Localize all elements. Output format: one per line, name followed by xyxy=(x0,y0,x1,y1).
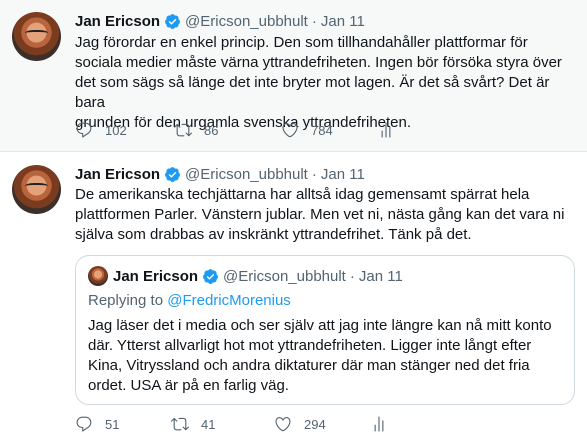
author-handle: @Ericson_ubbhult xyxy=(223,267,346,285)
tweet-2[interactable]: Jan Ericson @Ericson_ubbhult · Jan 11 De… xyxy=(0,152,587,444)
author-name: Jan Ericson xyxy=(113,267,199,285)
tweet-1[interactable]: Jan Ericson @Ericson_ubbhult · Jan 11 Ja… xyxy=(0,0,587,152)
verified-badge-icon xyxy=(164,13,181,30)
avatar[interactable] xyxy=(12,165,61,214)
separator: · xyxy=(349,267,355,285)
reply-count: 51 xyxy=(105,416,120,432)
separator: · xyxy=(311,12,317,30)
avatar xyxy=(88,266,108,286)
author-name[interactable]: Jan Ericson xyxy=(75,166,160,183)
retweet-count: 86 xyxy=(204,122,219,138)
like-button[interactable]: 294 xyxy=(274,415,370,433)
verified-badge-icon xyxy=(164,166,181,183)
quoted-tweet-header: Jan Ericson @Ericson_ubbhult · Jan 11 xyxy=(113,266,403,286)
retweet-icon xyxy=(171,417,189,431)
like-button[interactable]: 784 xyxy=(281,121,377,139)
mention-link[interactable]: @FredricMorenius xyxy=(167,292,291,309)
tweet-actions: 102 86 784 xyxy=(75,120,475,140)
tweet-header: Jan Ericson @Ericson_ubbhult · Jan 11 xyxy=(75,11,365,31)
analytics-icon xyxy=(374,416,384,432)
like-count: 784 xyxy=(311,122,333,138)
avatar[interactable] xyxy=(12,12,61,61)
like-count: 294 xyxy=(304,416,326,432)
heart-icon xyxy=(275,417,291,432)
analytics-button[interactable] xyxy=(370,415,468,433)
retweet-icon xyxy=(174,123,192,137)
author-name[interactable]: Jan Ericson xyxy=(75,13,160,30)
heart-icon xyxy=(282,123,298,138)
tweet-header: Jan Ericson @Ericson_ubbhult · Jan 11 xyxy=(75,164,365,184)
retweet-count: 41 xyxy=(201,416,216,432)
retweet-button[interactable]: 41 xyxy=(171,415,274,433)
tweet-date: Jan 11 xyxy=(358,267,403,285)
tweet-text: Jag förordar en enkel princip. Den som t… xyxy=(75,34,562,131)
reply-button[interactable]: 102 xyxy=(75,121,174,139)
tweet-actions: 51 41 294 xyxy=(75,414,468,434)
reply-count: 102 xyxy=(105,122,127,138)
author-handle[interactable]: @Ericson_ubbhult xyxy=(185,166,308,183)
author-handle[interactable]: @Ericson_ubbhult xyxy=(185,13,308,30)
tweet-date[interactable]: Jan 11 xyxy=(321,13,365,30)
verified-badge-icon xyxy=(202,268,219,285)
tweet-date[interactable]: Jan 11 xyxy=(321,166,365,183)
reply-icon xyxy=(76,122,92,138)
analytics-icon xyxy=(381,122,391,138)
quoted-tweet-text: Jag läser det i media och ser själv att … xyxy=(88,317,552,394)
replying-to: Replying to @FredricMorenius xyxy=(88,292,291,309)
quoted-tweet[interactable]: Jan Ericson @Ericson_ubbhult · Jan 11 Re… xyxy=(75,255,575,405)
tweet-text: De amerikanska techjättarna har alltså i… xyxy=(75,186,565,243)
separator: · xyxy=(311,165,317,183)
reply-icon xyxy=(76,416,92,432)
reply-button[interactable]: 51 xyxy=(75,415,171,433)
retweet-button[interactable]: 86 xyxy=(174,121,281,139)
replying-to-prefix: Replying to xyxy=(88,292,168,309)
analytics-button[interactable] xyxy=(377,121,475,139)
